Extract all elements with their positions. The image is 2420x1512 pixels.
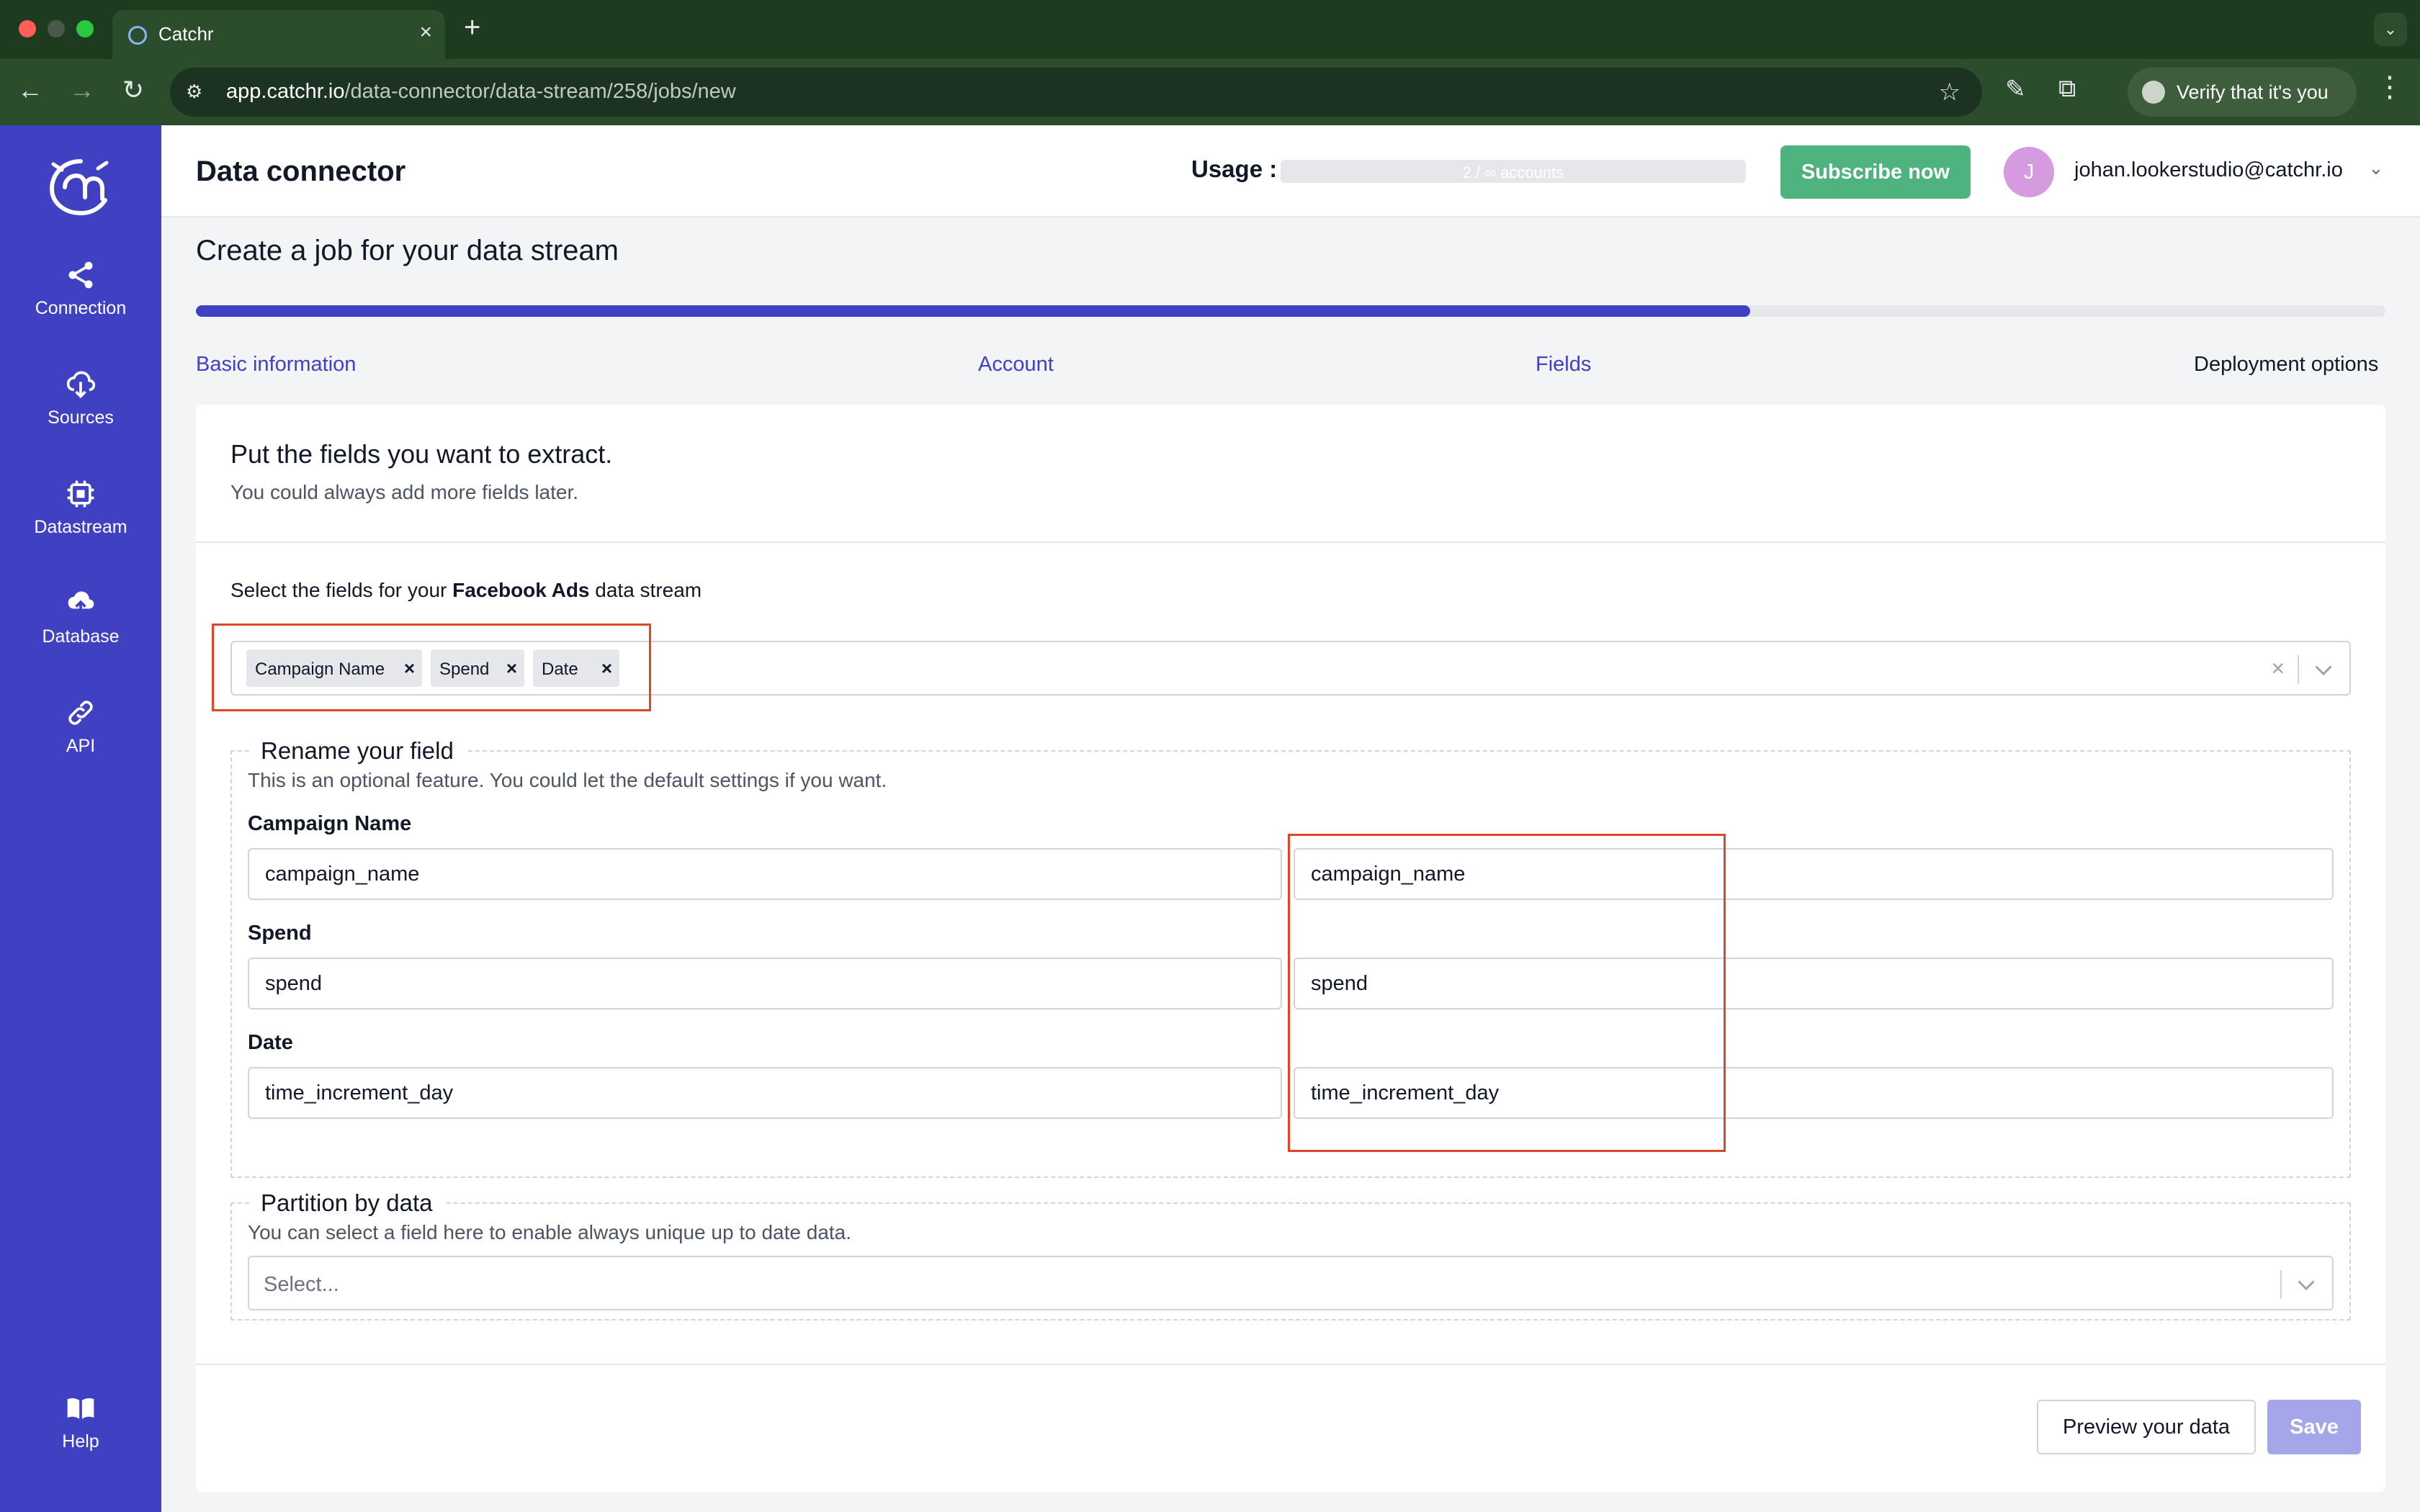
reload-icon[interactable]: ↻ [122,75,144,105]
user-email[interactable]: johan.lookerstudio@catchr.io [2074,158,2343,182]
browser-tab[interactable]: Catchr × [112,10,445,59]
source-field-date[interactable] [248,1067,1282,1119]
app-title: Data connector [196,156,406,187]
partition-content: You can select a field here to enable al… [230,1189,2351,1320]
sidebar-label-api: API [66,736,96,756]
cloud-download-icon [66,371,96,399]
window-close-button[interactable] [19,20,36,37]
tab-title: Catchr [158,23,214,45]
url-path: /data-connector/data-stream/258/jobs/new [344,80,736,103]
sidebar-item-api[interactable]: API [0,697,161,757]
bookmark-star-icon[interactable]: ☆ [1939,78,1960,107]
site-settings-icon[interactable]: ⚙ [186,81,202,103]
sidebar-item-connection[interactable]: Connection [0,259,161,319]
sidebar-label-connection: Connection [35,298,127,318]
step-progress-fill [196,305,1751,317]
rename-label-spend: Spend [248,922,312,945]
sidebar-label-datastream: Datastream [34,517,127,537]
select-prefix: Select the fields for your [230,579,447,601]
verify-label: Verify that it's you [2177,81,2329,103]
avatar[interactable]: J [2004,147,2054,197]
select-separator [2298,655,2299,684]
sidebar-item-sources[interactable]: Sources [0,369,161,428]
window-zoom-button[interactable] [76,20,94,37]
sidebar-item-help[interactable]: Help [0,1392,161,1452]
sidebar-label-database: Database [42,626,120,647]
eyedropper-icon[interactable]: ✎ [2005,75,2026,104]
card-title: Put the fields you want to extract. [230,439,613,469]
partition-placeholder: Select... [264,1273,339,1296]
usage-label: Usage : [1191,156,1278,182]
subscribe-button[interactable]: Subscribe now [1780,145,1971,199]
url-host: app.catchr.io [226,80,345,103]
browser-menu-icon[interactable]: ⋮ [2375,71,2404,104]
sidebar-item-datastream[interactable]: Datastream [0,478,161,538]
sidebar-label-sources: Sources [48,408,114,428]
book-open-icon [67,1398,94,1419]
profile-icon [2142,81,2165,104]
address-bar[interactable]: ⚙ app.catchr.io/data-connector/data-stre… [170,68,1982,117]
url-text[interactable]: app.catchr.io/data-connector/data-stream… [226,80,736,104]
chip-icon [67,480,94,508]
tab-list-chevron-icon[interactable]: ⌄ [2374,13,2407,46]
source-field-spend[interactable] [248,958,1282,1009]
step-account[interactable]: Account [978,353,1054,377]
page-title: Create a job for your data stream [196,235,619,266]
browser-toolbar: ← → ↻ ⚙ app.catchr.io/data-connector/dat… [0,59,2420,125]
select-fields-instruction: Select the fields for your Facebook Ads … [230,579,702,602]
sidebar-item-database[interactable]: Database [0,588,161,647]
save-button[interactable]: Save [2267,1400,2361,1454]
sidebar-label-help: Help [62,1431,99,1452]
catchr-logo-icon[interactable] [45,154,117,219]
partition-description: You can select a field here to enable al… [248,1221,852,1243]
highlight-box-chips [212,624,651,711]
app-header: Data connector Usage : 2 / ∞ accounts Su… [161,125,2420,217]
preview-data-button[interactable]: Preview your data [2037,1400,2256,1454]
source-field-campaign-name[interactable] [248,848,1282,900]
clear-all-icon[interactable]: × [2271,655,2285,682]
extensions-puzzle-icon[interactable]: ⧉ [2058,75,2076,103]
tab-close-icon[interactable]: × [419,20,432,45]
new-tab-plus-icon[interactable]: + [464,12,480,44]
catchr-favicon-icon [128,26,147,45]
chevron-down-icon[interactable] [2293,1272,2319,1297]
browser-tab-bar: Catchr × + ⌄ [0,0,2420,59]
share-icon [68,261,93,289]
user-menu-chevron-icon[interactable]: ⌄ [2368,157,2384,179]
select-separator [2280,1270,2282,1299]
cloud-upload-icon [68,591,94,617]
partition-select[interactable]: Select... [248,1256,2334,1310]
rename-label-campaign-name: Campaign Name [248,812,412,835]
highlight-box-rename-inputs [1288,834,1726,1152]
step-basic-information[interactable]: Basic information [196,353,356,377]
card-footer-divider [196,1364,2385,1365]
rename-label-date: Date [248,1031,293,1054]
step-fields[interactable]: Fields [1536,353,1591,377]
step-deployment-options[interactable]: Deployment options [2194,353,2378,377]
chevron-down-icon[interactable] [2311,657,2336,683]
step-progress-bar [196,305,2385,317]
back-arrow-icon[interactable]: ← [17,75,43,105]
sidebar: Connection Sources Datastream Database A… [0,125,161,1512]
source-name: Facebook Ads [452,579,590,601]
card-subtitle: You could always add more fields later. [230,481,579,503]
select-suffix: data stream [595,579,702,601]
forward-arrow-icon[interactable]: → [69,75,95,105]
usage-text: 2 / ∞ accounts [1462,163,1564,181]
rename-description: This is an optional feature. You could l… [248,769,887,791]
card-divider [196,541,2385,543]
link-icon [68,701,93,725]
window-minimize-button[interactable] [48,20,65,37]
usage-bar: 2 / ∞ accounts [1281,160,1746,183]
verify-identity-button[interactable]: Verify that it's you [2128,68,2357,117]
